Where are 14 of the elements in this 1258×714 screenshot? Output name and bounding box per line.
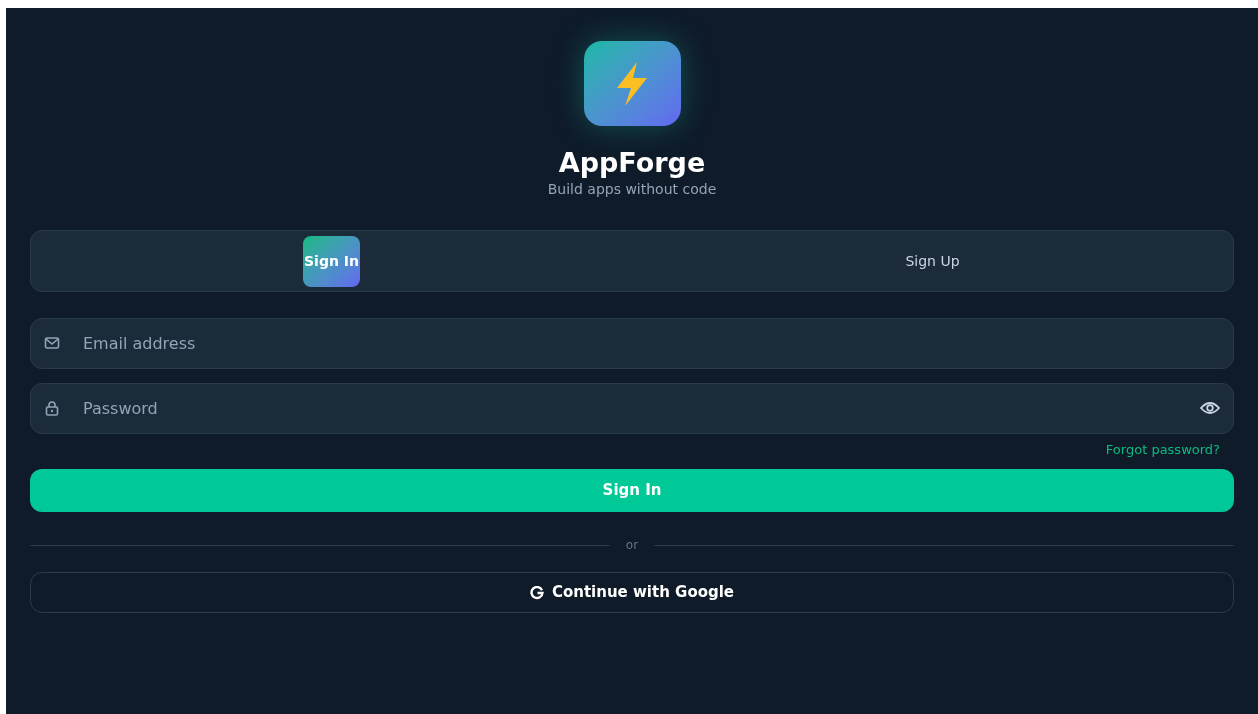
email-field[interactable]: Email address: [30, 318, 1234, 369]
tab[interactable]: Sign In: [303, 235, 360, 287]
google-button[interactable]: Continue with Google: [30, 572, 1234, 613]
app-tagline: Build apps without code: [547, 180, 717, 198]
eye-icon[interactable]: [1200, 401, 1220, 415]
lock-icon: [44, 400, 60, 416]
forgot-password-link[interactable]: Forgot password?: [1105, 442, 1220, 458]
app-logo-icon: [583, 41, 681, 126]
app-title: AppForge: [558, 146, 706, 180]
tab[interactable]: Sign Up: [903, 235, 962, 287]
password-field[interactable]: Password: [30, 383, 1234, 434]
mail-icon: [44, 335, 60, 351]
divider-label: or: [624, 537, 640, 554]
google-icon: [529, 585, 544, 600]
